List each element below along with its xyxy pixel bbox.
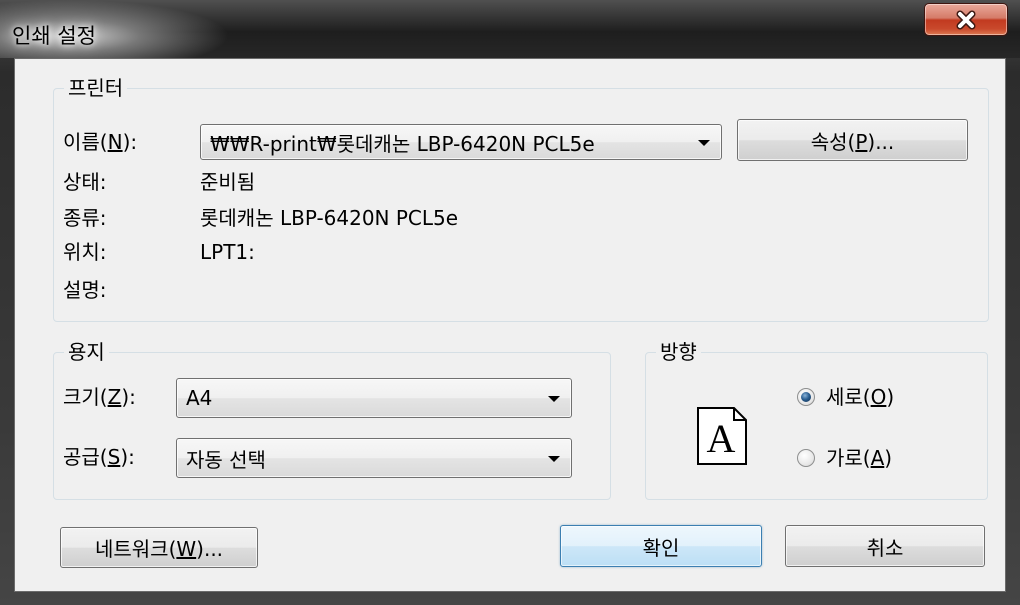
orientation-group-label: 방향 xyxy=(656,339,701,365)
portrait-page-icon: A xyxy=(697,407,747,465)
network-button-label: 네트워크(W)... xyxy=(94,537,224,561)
paper-size-dropdown[interactable]: A4 xyxy=(176,378,572,418)
printer-group: 프린터 이름(N): ₩₩R-print₩롯데캐논 LBP-6420N PCL5… xyxy=(53,75,989,322)
paper-size-label: 크기(Z): xyxy=(63,385,136,409)
cancel-button-label: 취소 xyxy=(866,535,904,560)
printer-group-label: 프린터 xyxy=(64,75,128,101)
close-icon xyxy=(956,10,976,30)
properties-button-label: 속성(P)... xyxy=(810,129,895,154)
chevron-down-icon xyxy=(548,396,560,402)
chevron-down-icon xyxy=(548,456,560,462)
printer-name-dropdown[interactable]: ₩₩R-print₩롯데캐논 LBP-6420N PCL5e xyxy=(200,124,722,160)
printer-name-value: ₩₩R-print₩롯데캐논 LBP-6420N PCL5e xyxy=(210,131,595,156)
paper-group: 용지 크기(Z): A4 공급(S): 자동 선택 xyxy=(53,339,611,500)
portrait-radio[interactable] xyxy=(797,388,815,406)
paper-group-label: 용지 xyxy=(64,339,109,365)
title-bar[interactable]: 인쇄 설정 xyxy=(0,0,1020,58)
portrait-label[interactable]: 세로(O) xyxy=(826,384,894,410)
ok-button-label: 확인 xyxy=(642,535,680,560)
page-icon-letter: A xyxy=(707,416,736,461)
status-label: 상태: xyxy=(63,170,107,194)
close-button[interactable] xyxy=(924,3,1008,36)
window-title: 인쇄 설정 xyxy=(12,24,96,48)
radio-selected-dot xyxy=(801,392,811,402)
paper-source-value: 자동 선택 xyxy=(186,447,266,472)
paper-source-label: 공급(S): xyxy=(63,445,135,469)
landscape-label[interactable]: 가로(A) xyxy=(826,445,892,471)
network-button[interactable]: 네트워크(W)... xyxy=(60,527,258,568)
orientation-group: 방향 A 세로(O) 가로(A) xyxy=(645,339,988,500)
status-value: 준비됨 xyxy=(200,170,256,194)
ok-button[interactable]: 확인 xyxy=(560,525,762,567)
chevron-down-icon xyxy=(698,140,710,146)
type-value: 롯데캐논 LBP-6420N PCL5e xyxy=(200,206,459,230)
paper-source-dropdown[interactable]: 자동 선택 xyxy=(176,438,572,478)
dialog-body: 프린터 이름(N): ₩₩R-print₩롯데캐논 LBP-6420N PCL5… xyxy=(14,58,1006,592)
printer-name-label: 이름(N): xyxy=(63,130,138,154)
properties-button[interactable]: 속성(P)... xyxy=(737,119,968,161)
comment-label: 설명: xyxy=(63,278,107,302)
paper-size-value: A4 xyxy=(186,386,213,410)
location-value: LPT1: xyxy=(200,240,255,264)
cancel-button[interactable]: 취소 xyxy=(785,525,985,567)
type-label: 종류: xyxy=(63,206,107,230)
landscape-radio[interactable] xyxy=(797,449,815,467)
location-label: 위치: xyxy=(63,240,107,264)
print-setup-window: 인쇄 설정 프린터 이름(N): ₩₩R-print₩롯데캐논 LBP-6420… xyxy=(0,0,1020,605)
